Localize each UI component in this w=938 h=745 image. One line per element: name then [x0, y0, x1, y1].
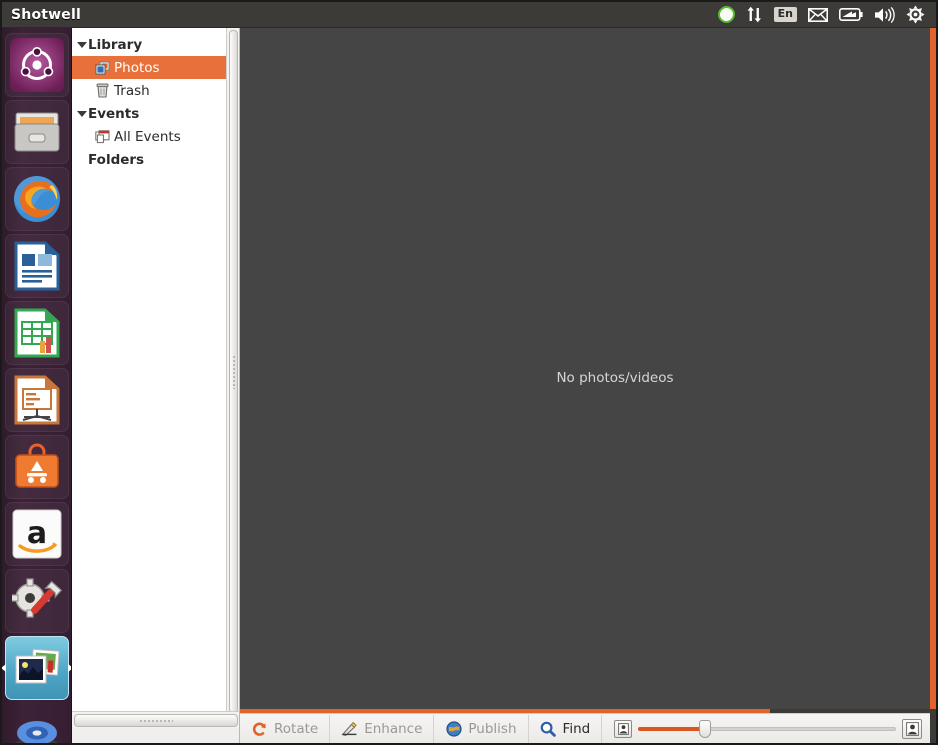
window-title: Shotwell — [11, 6, 81, 23]
launcher-item-brasero-disc-burner[interactable] — [5, 703, 69, 743]
publish-button[interactable]: Publish — [434, 714, 529, 743]
rotate-label: Rotate — [274, 720, 319, 737]
large-thumbnail-icon[interactable] — [902, 718, 922, 739]
shotwell-screen: Shotwell En a Library Photos Trash Event… — [0, 0, 938, 745]
launcher-item-libreoffice-impress[interactable] — [4, 368, 69, 432]
sidebar-horizontal-scrollbar[interactable] — [72, 711, 240, 729]
sidebar-group-events[interactable]: Events — [72, 102, 239, 125]
thumbnail-zoom-control[interactable] — [602, 718, 930, 739]
sidebar-item-all-events[interactable]: All Events — [72, 125, 239, 148]
library-tree: Library Photos Trash Events All Events F… — [72, 28, 239, 171]
launcher-item-files-nautilus[interactable] — [4, 100, 69, 164]
sidebar-vertical-scrollbar[interactable] — [226, 28, 239, 715]
scroll-grip-icon — [139, 719, 173, 722]
libreoffice-impress-icon — [14, 375, 59, 425]
sidebar-horizontal-scroll-thumb[interactable] — [74, 714, 238, 727]
rotate-button[interactable]: Rotate — [240, 714, 331, 743]
library-sidebar[interactable]: Library Photos Trash Events All Events F… — [72, 28, 240, 715]
keyboard-layout-label: En — [773, 7, 797, 22]
launcher-item-system-settings[interactable] — [4, 569, 69, 633]
battery-icon[interactable] — [839, 4, 863, 26]
top-panel: Shotwell En — [2, 2, 936, 28]
files-icon — [14, 112, 59, 152]
slider-fill — [638, 726, 706, 731]
sidebar-label-photos: Photos — [114, 59, 160, 76]
system-settings-icon — [11, 578, 62, 618]
sidebar-label-events: Events — [88, 105, 140, 122]
events-icon — [94, 129, 110, 145]
disc-burner-icon — [15, 721, 58, 743]
volume-icon[interactable] — [874, 4, 895, 26]
launcher-item-ubuntu-dash[interactable] — [4, 33, 69, 97]
amazon-icon: a — [12, 509, 61, 559]
find-icon — [540, 720, 557, 737]
sidebar-label-all-events: All Events — [114, 128, 181, 145]
system-tray: En — [717, 4, 936, 26]
ubuntu-dash-icon — [9, 38, 64, 92]
sidebar-bottom-filler — [72, 729, 240, 743]
trash-icon — [94, 83, 110, 99]
messaging-envelope-icon[interactable] — [808, 4, 828, 26]
shotwell-icon — [15, 648, 60, 684]
empty-state-message: No photos/videos — [556, 369, 674, 386]
small-thumbnail-icon[interactable] — [614, 719, 633, 738]
window-right-accent-edge — [930, 28, 936, 709]
launcher-item-libreoffice-writer[interactable] — [4, 234, 69, 298]
svg-text:a: a — [26, 516, 46, 551]
launcher-item-firefox[interactable] — [4, 167, 69, 231]
scroll-grip-icon — [232, 354, 235, 389]
launcher-item-amazon[interactable]: a — [4, 502, 69, 566]
enhance-icon — [341, 720, 358, 737]
keyboard-layout-indicator[interactable]: En — [773, 4, 797, 26]
sidebar-label-trash: Trash — [114, 82, 150, 99]
publish-icon — [445, 720, 462, 737]
find-label: Find — [562, 720, 591, 737]
sidebar-label-folders: Folders — [88, 151, 145, 168]
software-center-icon — [14, 443, 59, 488]
publish-label: Publish — [468, 720, 517, 737]
libreoffice-writer-icon — [14, 241, 59, 291]
sidebar-label-library: Library — [88, 36, 143, 53]
photo-grid-area[interactable]: No photos/videos — [240, 28, 930, 709]
network-updown-icon[interactable] — [747, 4, 763, 26]
sidebar-item-photos[interactable]: Photos — [72, 56, 239, 79]
unity-launcher: a — [2, 28, 72, 743]
sidebar-group-library[interactable]: Library — [72, 33, 239, 56]
slider-handle[interactable] — [699, 719, 712, 738]
window-right-bottom-edge — [930, 709, 936, 743]
thumbnail-zoom-slider[interactable] — [638, 719, 896, 738]
bottom-toolbar: Rotate Enhance Publish Find — [240, 713, 930, 743]
sidebar-group-folders[interactable]: Folders — [72, 148, 239, 171]
enhance-label: Enhance — [364, 720, 423, 737]
libreoffice-calc-icon — [14, 308, 59, 358]
launcher-item-ubuntu-software-center[interactable] — [4, 435, 69, 499]
notification-blob-icon[interactable] — [717, 4, 736, 26]
rotate-icon — [251, 720, 268, 737]
launcher-item-libreoffice-calc[interactable] — [4, 301, 69, 365]
firefox-icon — [13, 176, 60, 222]
system-gear-icon[interactable] — [906, 4, 925, 26]
photos-icon — [94, 60, 110, 76]
find-button[interactable]: Find — [529, 714, 603, 743]
sidebar-item-trash[interactable]: Trash — [72, 79, 239, 102]
launcher-pip-left-icon — [2, 664, 6, 672]
sidebar-vertical-scroll-thumb[interactable] — [229, 30, 238, 713]
enhance-button[interactable]: Enhance — [330, 714, 435, 743]
launcher-item-shotwell[interactable] — [2, 636, 71, 700]
